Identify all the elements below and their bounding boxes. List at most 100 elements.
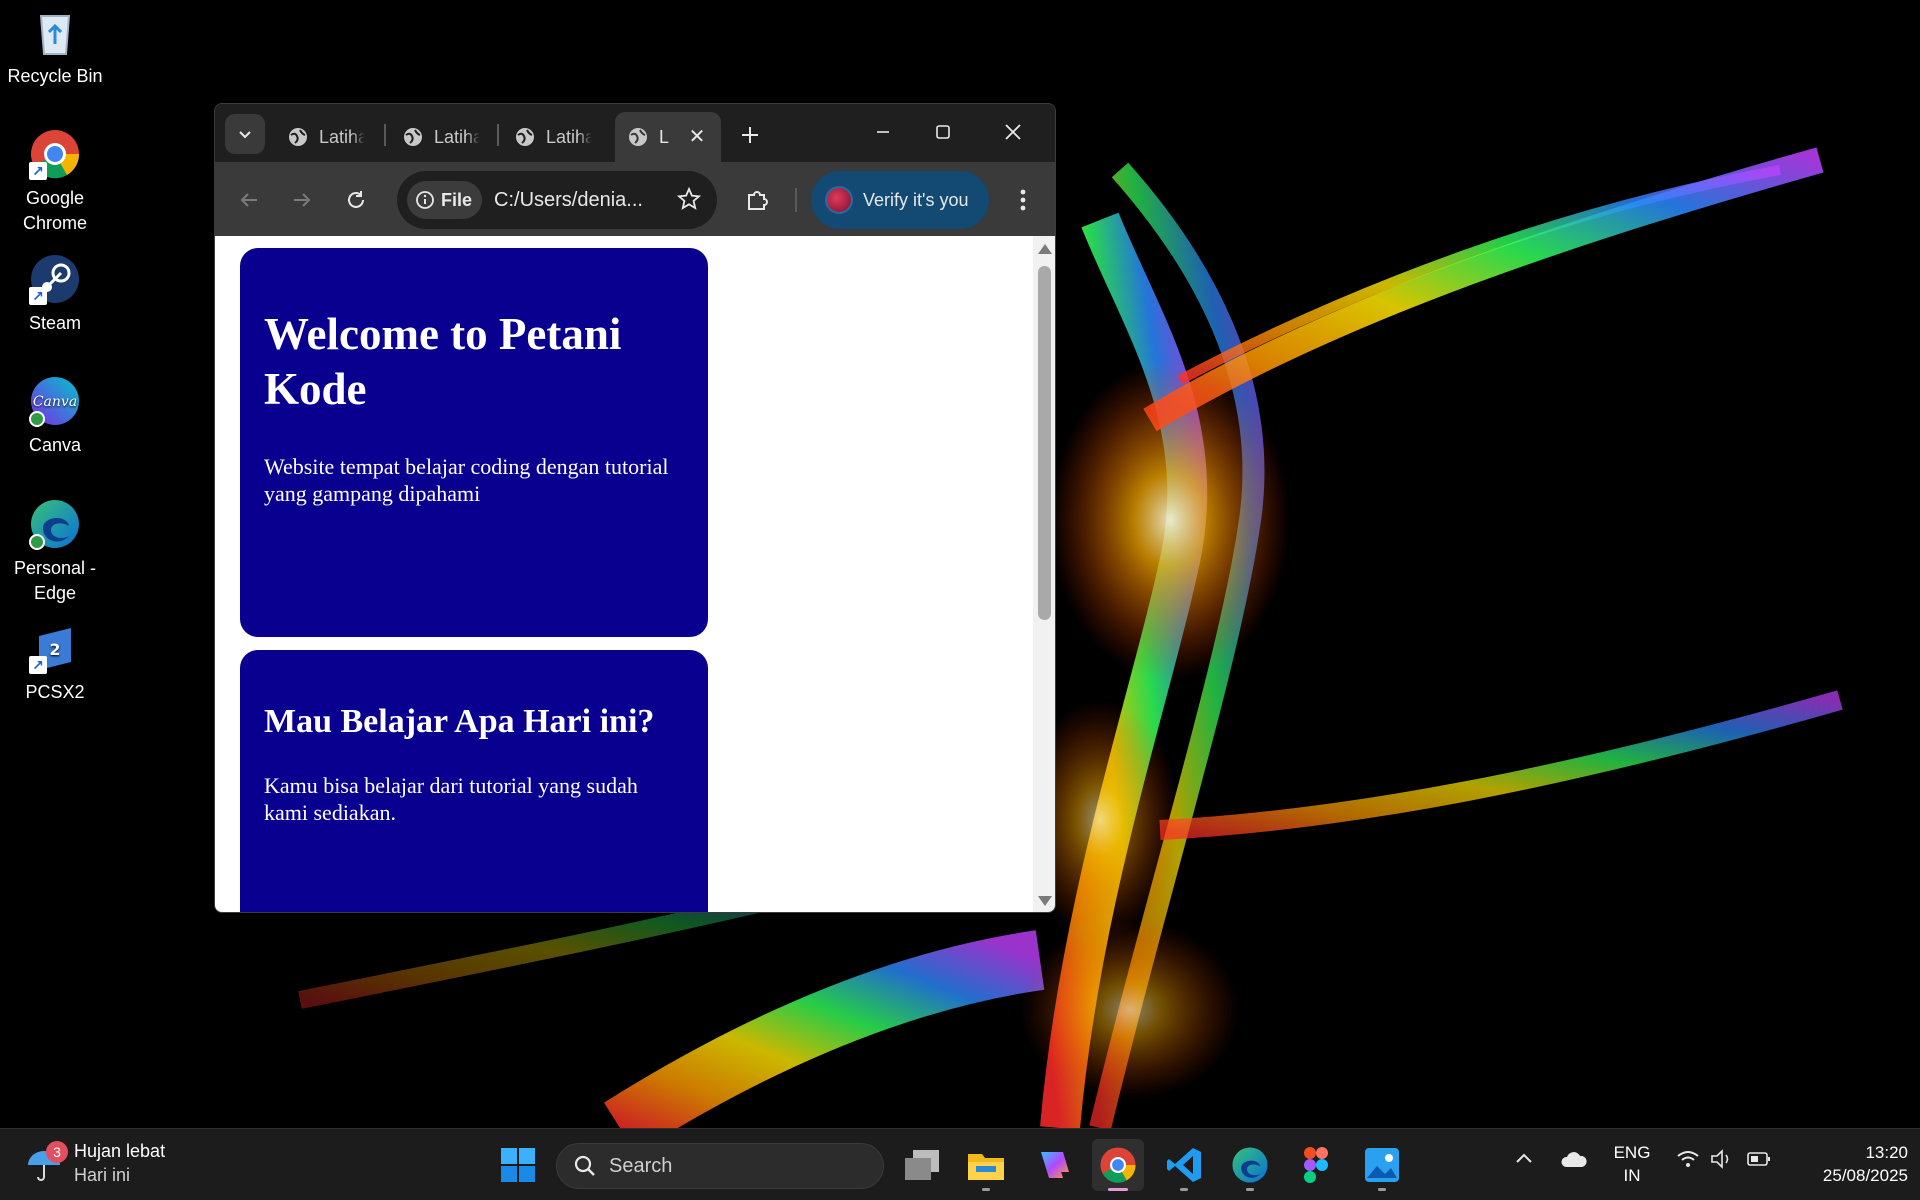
- desktop-icon-label: PCSX2: [25, 682, 85, 702]
- welcome-card: Welcome to Petani Kode Website tempat be…: [240, 248, 708, 637]
- running-indicator: [1246, 1188, 1254, 1191]
- scroll-up-icon[interactable]: [1038, 244, 1052, 254]
- globe-icon: [516, 128, 534, 146]
- desktop-icon-steam[interactable]: ↗ Steam: [4, 253, 106, 336]
- taskbar-photos[interactable]: [1356, 1139, 1408, 1191]
- taskbar-edge[interactable]: [1224, 1139, 1276, 1191]
- tab-separator: [497, 124, 499, 146]
- reload-button[interactable]: [336, 180, 376, 220]
- puzzle-icon: [748, 191, 768, 210]
- tab-search-button[interactable]: [225, 114, 265, 154]
- sync-status-icon: [29, 411, 45, 427]
- cloud-icon: [1561, 1152, 1587, 1167]
- shortcut-arrow-icon: ↗: [29, 162, 47, 180]
- browser-window: Latihan Latihan Latihan L ✕: [214, 103, 1056, 913]
- learn-card: Mau Belajar Apa Hari ini? Kamu bisa bela…: [240, 650, 708, 912]
- welcome-heading: Welcome to Petani Kode: [264, 309, 622, 414]
- running-indicator: [982, 1188, 990, 1191]
- running-indicator: [1378, 1188, 1386, 1191]
- taskbar-copilot[interactable]: [1026, 1139, 1078, 1191]
- address-bar[interactable]: File C:/Users/denia...: [397, 171, 717, 229]
- language-code: ENG: [1613, 1143, 1651, 1162]
- minimize-button[interactable]: [855, 112, 911, 152]
- desktop-icon-label: Canva: [28, 435, 82, 455]
- taskbar-task-view[interactable]: [896, 1139, 948, 1191]
- network-button[interactable]: [1676, 1149, 1700, 1169]
- tab-active[interactable]: L ✕: [615, 112, 721, 162]
- kebab-menu-icon: [1020, 189, 1026, 211]
- start-button[interactable]: [492, 1139, 544, 1191]
- clock-date: 25/08/2025: [1822, 1166, 1908, 1185]
- globe-icon: [629, 128, 647, 146]
- reload-icon: [348, 191, 364, 208]
- chrome-icon: [1100, 1147, 1136, 1183]
- scroll-down-icon[interactable]: [1038, 896, 1052, 906]
- taskbar-vscode[interactable]: [1158, 1139, 1210, 1191]
- new-tab-button[interactable]: [733, 118, 767, 152]
- onedrive-button[interactable]: [1560, 1149, 1588, 1169]
- battery-button[interactable]: [1746, 1149, 1772, 1169]
- desktop-icon-personal-edge[interactable]: Personal - Edge: [4, 498, 106, 606]
- chevron-up-icon: [1516, 1153, 1532, 1163]
- tab-title: Latihan: [546, 126, 592, 147]
- taskbar-figma[interactable]: [1290, 1139, 1342, 1191]
- tab-strip: Latihan Latihan Latihan L ✕: [215, 104, 1055, 162]
- svg-text:Canva: Canva: [33, 394, 77, 410]
- canva-icon: Canva: [29, 375, 81, 427]
- site-info-chip[interactable]: File: [407, 181, 483, 219]
- steam-icon: ↗: [29, 253, 81, 305]
- shortcut-arrow-icon: ↗: [29, 656, 47, 674]
- taskbar: 3 Hujan lebat Hari ini Search ENG IN 13:…: [0, 1128, 1920, 1200]
- battery-icon: [1747, 1152, 1770, 1166]
- desktop-icon-recycle-bin[interactable]: Recycle Bin: [4, 6, 106, 89]
- weather-badge: 3: [46, 1141, 68, 1163]
- taskbar-chrome[interactable]: [1092, 1139, 1144, 1191]
- extensions-button[interactable]: [737, 180, 777, 220]
- verify-profile-button[interactable]: Verify it's you: [811, 171, 989, 229]
- search-icon: [574, 1155, 595, 1176]
- bookmark-button[interactable]: [676, 186, 702, 216]
- speaker-icon: [1711, 1149, 1729, 1169]
- tab-latihan-1[interactable]: Latihan: [275, 112, 385, 162]
- search-placeholder: Search: [609, 1154, 673, 1177]
- shortcut-arrow-icon: ↗: [29, 287, 47, 305]
- copilot-icon: [1041, 1152, 1069, 1178]
- desktop-icon-pcsx2[interactable]: 2 ↗ PCSX2: [4, 622, 106, 705]
- edge-icon: [29, 498, 81, 550]
- taskbar-search[interactable]: Search: [556, 1143, 884, 1189]
- chevron-down-icon: [239, 131, 251, 139]
- svg-text:2: 2: [49, 640, 60, 659]
- maximize-button[interactable]: [915, 112, 971, 152]
- running-indicator: [1180, 1188, 1188, 1191]
- rain-umbrella-icon: 3: [24, 1141, 68, 1183]
- figma-icon: [1304, 1147, 1328, 1183]
- taskbar-file-explorer[interactable]: [960, 1139, 1012, 1191]
- weather-widget[interactable]: 3 Hujan lebat Hari ini: [24, 1139, 165, 1187]
- volume-button[interactable]: [1710, 1149, 1734, 1169]
- close-tab-icon[interactable]: ✕: [685, 124, 709, 148]
- arrow-left-icon: [240, 193, 257, 207]
- desktop-icon-canva[interactable]: Canva Canva: [4, 375, 106, 458]
- plus-icon: [742, 127, 758, 143]
- close-window-button[interactable]: [985, 112, 1041, 152]
- site-info-label: File: [441, 189, 473, 210]
- tab-latihan-3[interactable]: Latihan: [502, 112, 612, 162]
- desktop-icon-label: Recycle Bin: [7, 66, 103, 86]
- desktop-icon-google-chrome[interactable]: ↗ Google Chrome: [4, 128, 106, 236]
- page-scrollbar[interactable]: [1033, 236, 1055, 912]
- globe-icon: [404, 128, 422, 146]
- forward-button[interactable]: [282, 180, 322, 220]
- system-clock[interactable]: 13:20 25/08/2025: [1784, 1141, 1908, 1187]
- avatar: [825, 186, 853, 214]
- welcome-text: Website tempat belajar coding dengan tut…: [264, 454, 669, 506]
- tab-latihan-2[interactable]: Latihan: [390, 112, 500, 162]
- language-region: IN: [1623, 1166, 1641, 1185]
- show-hidden-icons-button[interactable]: [1514, 1149, 1534, 1169]
- file-explorer-icon: [968, 1154, 1004, 1180]
- minimize-icon: [877, 131, 889, 133]
- back-button[interactable]: [229, 180, 269, 220]
- edge-icon: [1232, 1147, 1268, 1183]
- menu-button[interactable]: [1003, 180, 1043, 220]
- scroll-thumb[interactable]: [1038, 266, 1051, 620]
- language-indicator[interactable]: ENG IN: [1604, 1141, 1660, 1187]
